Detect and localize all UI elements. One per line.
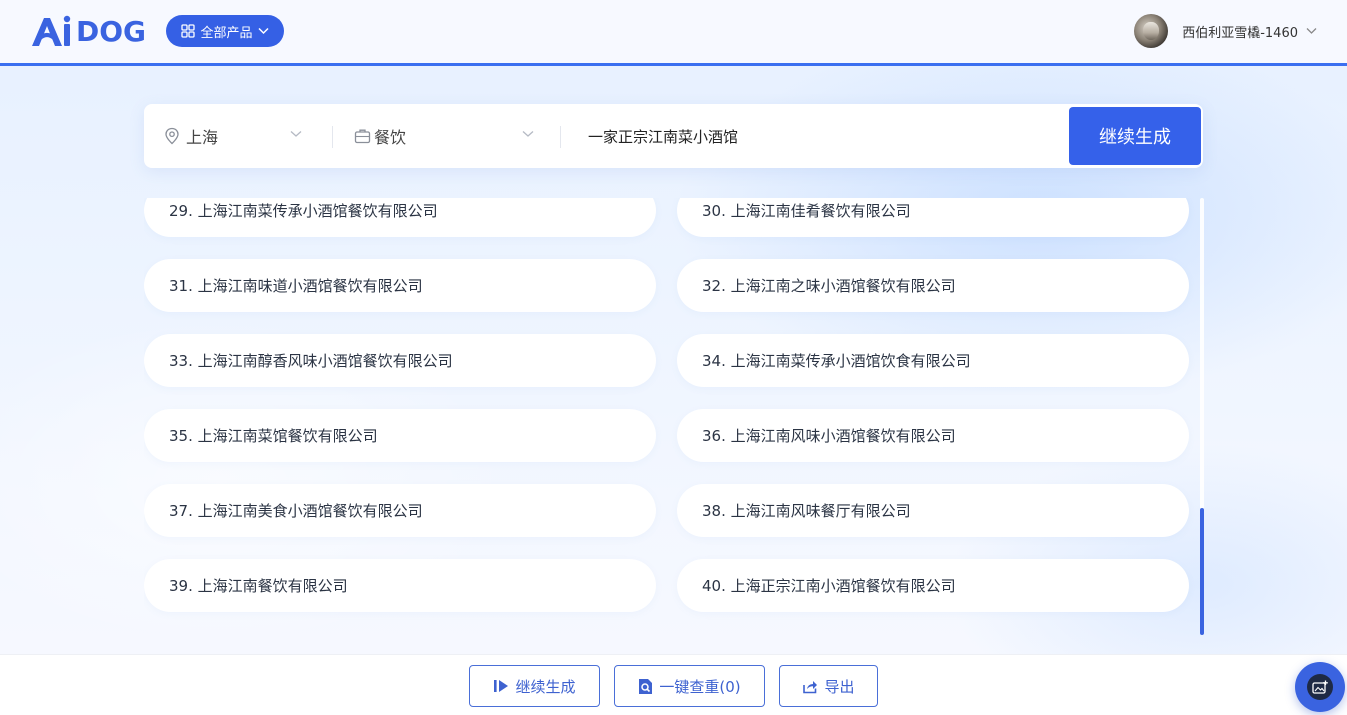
result-item[interactable]: 29. 上海江南菜传承小酒馆餐饮有限公司 xyxy=(144,198,656,237)
industry-select[interactable]: 餐饮 xyxy=(354,104,534,168)
briefcase-icon xyxy=(354,129,371,144)
result-item[interactable]: 39. 上海江南餐饮有限公司 xyxy=(144,559,656,612)
avatar[interactable] xyxy=(1134,14,1169,48)
chevron-down-icon xyxy=(522,131,534,137)
footer-toolbar: 继续生成 一键查重(0) 导出 xyxy=(0,654,1347,715)
export-button[interactable]: 导出 xyxy=(779,665,878,707)
result-item[interactable]: 34. 上海江南菜传承小酒馆饮食有限公司 xyxy=(677,334,1189,387)
user-menu[interactable]: 西伯利亚雪橇-1460 xyxy=(1134,13,1317,49)
result-item[interactable]: 37. 上海江南美食小酒馆餐饮有限公司 xyxy=(144,484,656,537)
results-list[interactable]: 29. 上海江南菜传承小酒馆餐饮有限公司 30. 上海江南佳肴餐饮有限公司 31. … xyxy=(144,198,1204,638)
export-label: 导出 xyxy=(824,677,855,696)
duplicate-check-label: 一键查重(0) xyxy=(659,677,741,696)
location-pin-icon xyxy=(165,127,179,145)
result-item[interactable]: 33. 上海江南醇香风味小酒馆餐饮有限公司 xyxy=(144,334,656,387)
field-divider xyxy=(332,126,333,148)
city-value: 上海 xyxy=(186,128,219,147)
ai-logo-icon xyxy=(32,15,71,46)
duplicate-check-button[interactable]: 一键查重(0) xyxy=(614,665,765,707)
result-item[interactable]: 32. 上海江南之味小酒馆餐饮有限公司 xyxy=(677,259,1189,312)
doc-search-icon xyxy=(639,678,653,694)
share-icon xyxy=(803,680,818,693)
result-item[interactable]: 40. 上海正宗江南小酒馆餐饮有限公司 xyxy=(677,559,1189,612)
result-item[interactable]: 31. 上海江南味道小酒馆餐饮有限公司 xyxy=(144,259,656,312)
city-select[interactable]: 上海 xyxy=(164,104,302,168)
field-divider xyxy=(560,126,561,148)
result-item[interactable]: 30. 上海江南佳肴餐饮有限公司 xyxy=(677,198,1189,237)
result-item[interactable]: 35. 上海江南菜馆餐饮有限公司 xyxy=(144,409,656,462)
all-products-button[interactable]: 全部产品 xyxy=(166,15,284,47)
image-add-icon xyxy=(1307,674,1333,700)
search-bar: 上海 餐饮 一家正宗江南菜小酒馆 继续生成 xyxy=(144,104,1203,168)
all-products-label: 全部产品 xyxy=(200,25,253,41)
logo-text: DOG xyxy=(76,14,147,48)
username: 西伯利亚雪橇-1460 xyxy=(1182,25,1298,41)
industry-value: 餐饮 xyxy=(374,128,407,147)
result-item[interactable]: 38. 上海江南风味餐厅有限公司 xyxy=(677,484,1189,537)
chevron-down-icon xyxy=(290,131,302,137)
floating-assistant-button[interactable] xyxy=(1295,662,1345,712)
play-next-icon xyxy=(494,680,509,692)
result-item[interactable]: 36. 上海江南风味小酒馆餐饮有限公司 xyxy=(677,409,1189,462)
scrollbar-thumb[interactable] xyxy=(1200,508,1204,635)
logo[interactable]: DOG xyxy=(30,14,146,48)
top-header: DOG 全部产品 西伯利亚雪橇-1460 xyxy=(0,0,1347,66)
continue-generate-label: 继续生成 xyxy=(515,677,576,696)
generate-button[interactable]: 继续生成 xyxy=(1069,107,1201,165)
grid-icon xyxy=(181,24,196,38)
description-input[interactable]: 一家正宗江南菜小酒馆 xyxy=(588,104,1048,168)
continue-generate-button[interactable]: 继续生成 xyxy=(469,665,600,707)
chevron-down-icon xyxy=(1306,28,1317,34)
chevron-down-icon xyxy=(257,27,269,35)
